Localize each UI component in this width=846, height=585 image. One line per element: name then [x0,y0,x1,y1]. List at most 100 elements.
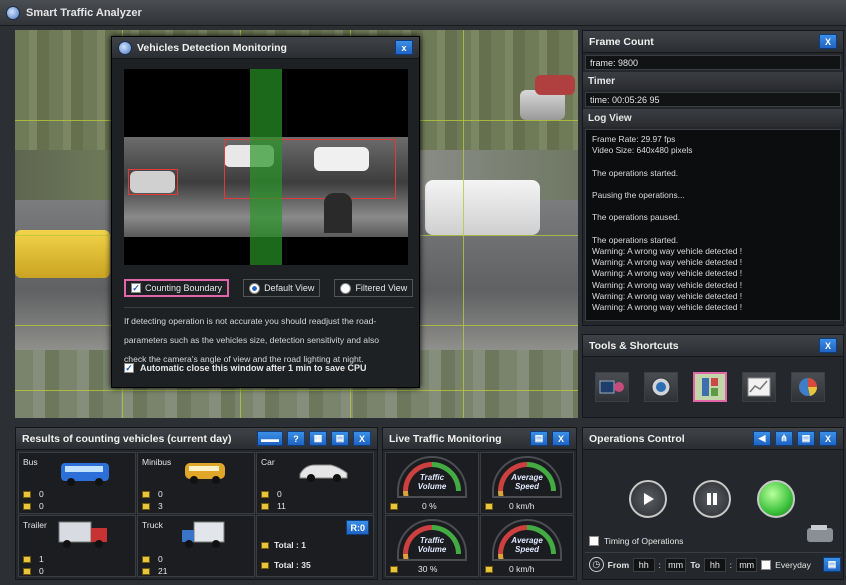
gauge-line: Average [511,473,543,482]
info-close-button[interactable]: X [819,34,837,49]
dialog-title: Vehicles Detection Monitoring [137,41,287,54]
totals-cell: R:0 Total : 1 Total : 35 [256,515,374,577]
live-list-button[interactable]: ▤ [530,431,548,446]
frame-count-header: Frame Count X [583,31,843,53]
log-line: Warning: A wrong way vehicle detected ! [592,268,743,279]
counting-boundary-zone [250,69,282,265]
sound-button[interactable]: ◀ [753,431,771,446]
tools-close-button[interactable]: X [819,338,837,353]
gauge-value: 0 km/h [509,501,535,511]
dialog-hint: If detecting operation is not accurate y… [124,307,414,369]
log-view[interactable]: Frame Rate: 29.97 fps Video Size: 640x480… [585,129,841,321]
radio-selected-icon [249,282,261,294]
grid-line [15,390,578,391]
minibus-counter: Minibus 0 3 [137,452,255,514]
app-titlebar: Smart Traffic Analyzer [0,0,846,26]
log-line: The operations started. [592,234,679,245]
trailer-count-a: 1 [39,554,44,564]
app-title: Smart Traffic Analyzer [26,6,142,19]
counting-list-button[interactable]: ▤ [331,431,349,446]
from-hour-input[interactable]: hh [633,557,655,572]
camera-source-tool[interactable] [595,372,629,402]
statistics-tool[interactable] [791,372,825,402]
truck-label: Truck [142,520,163,530]
direction-b-icon [142,502,150,510]
gauge-line: Volume [417,482,447,491]
dialog-close-button[interactable]: x [395,40,413,55]
counting-view-button[interactable]: ▬▬ [257,431,283,446]
total-icon [261,541,269,549]
to-label: To [690,559,701,570]
app-logo-icon [6,5,20,20]
gauge-cell: Average Speed 0 km/h [480,515,574,577]
bus-count-a: 0 [39,489,44,499]
dialog-icon [118,40,132,55]
frame-count-title: Frame Count [589,35,654,48]
average-speed-gauge: Average Speed [492,519,562,561]
counting-header: Results of counting vehicles (current da… [16,428,377,450]
camera-settings-tool[interactable] [644,372,678,402]
gauge-line: Average [511,536,543,545]
operations-close-button[interactable]: X [819,431,837,446]
ops-list-button[interactable]: ▤ [797,431,815,446]
gauge-line: Speed [514,545,539,554]
log-line: The operations started. [592,167,679,178]
red-car [535,75,575,95]
auto-close-label: Automatic close this window after 1 min … [140,363,367,373]
truck-counter: Truck 0 21 [137,515,255,577]
chart-tool[interactable] [742,372,776,402]
counting-close-button[interactable]: X [353,431,371,446]
traffic-volume-gauge: Traffic Volume [397,456,467,498]
gauge-value-icon [485,565,493,573]
trailer-icon [58,521,107,548]
reset-button[interactable]: R:0 [346,520,369,535]
total-direction-a: Total : 1 [274,540,306,550]
log-line: Video Size: 640x480 pixels [592,145,693,156]
minibus-label: Minibus [142,457,172,467]
total-icon [261,561,269,569]
gauge-value: 0 km/h [509,564,535,574]
pie-chart-icon [799,378,818,396]
network-button[interactable]: ⋔ [775,431,793,446]
yellow-taxi [15,230,110,278]
filtered-view-option[interactable]: Filtered View [334,279,414,297]
counting-title: Results of counting vehicles (current da… [22,432,232,445]
direction-a-icon [142,555,150,563]
layout-tool[interactable] [693,372,727,402]
panels-layout-icon [702,378,718,396]
scheduler-icon[interactable] [805,522,835,546]
gauge-value-icon [485,502,493,510]
pause-button[interactable] [693,480,731,518]
log-line: Warning: A wrong way vehicle detected ! [592,290,743,301]
direction-b-icon [23,567,31,575]
minibus-count-b: 3 [158,501,163,511]
log-line: The operations paused. [592,212,680,223]
gauge-cell: Average Speed 0 km/h [480,452,574,514]
operations-panel: Operations Control ◀ ⋔ ▤ X Timing of Ope… [582,427,844,580]
log-line: Warning: A wrong way vehicle detected ! [592,246,743,257]
gauge-value: 0 % [422,501,437,511]
from-label: From [607,559,630,570]
counting-help-button[interactable]: ? [287,431,305,446]
average-speed-gauge: Average Speed [492,456,562,498]
timing-label: Timing of Operations [604,536,684,546]
everyday-checkbox[interactable] [761,559,772,570]
counting-boundary-toggle[interactable]: ✓ Counting Boundary [124,279,230,297]
minibus-count-a: 0 [158,489,163,499]
default-view-option[interactable]: Default View [243,279,321,297]
to-hour-input[interactable]: hh [704,557,726,572]
timing-option[interactable]: Timing of Operations [589,536,683,546]
timer-value: time: 00:05:26 95 [585,92,841,107]
schedule-row: ◷ From hh : mm To hh : mm Everyday ▤ [585,552,841,576]
play-button[interactable] [629,480,667,518]
from-minute-input[interactable]: mm [664,557,687,572]
counting-grid-button[interactable]: ▦ [309,431,327,446]
to-minute-input[interactable]: mm [735,557,758,572]
live-close-button[interactable]: X [552,431,570,446]
counting-panel: Results of counting vehicles (current da… [15,427,378,580]
hint-line: If detecting operation is not accurate y… [124,316,377,326]
auto-close-option[interactable]: ✓ Automatic close this window after 1 mi… [124,363,367,373]
schedule-list-button[interactable]: ▤ [822,557,841,572]
